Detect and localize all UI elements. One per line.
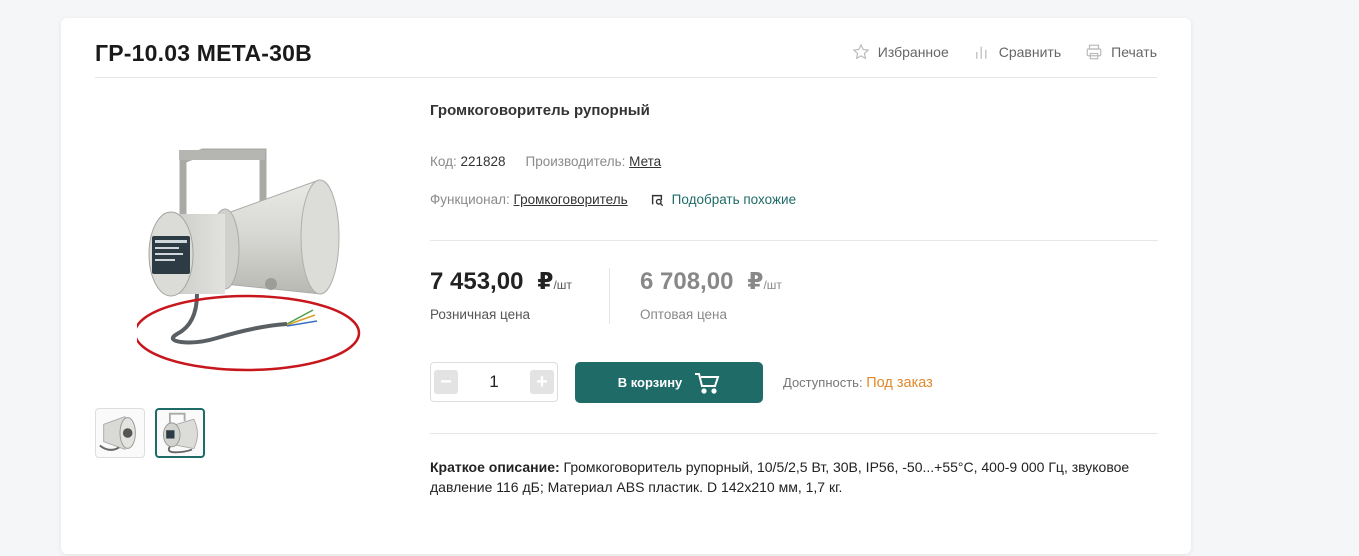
functional-label: Функционал: — [430, 192, 510, 207]
cart-icon — [695, 372, 720, 394]
retail-price: 7 453,00 ₽ /шт — [430, 268, 572, 296]
favorite-button[interactable]: Избранное — [852, 43, 949, 61]
divider — [430, 433, 1158, 434]
add-to-cart-button[interactable]: В корзину — [575, 362, 763, 403]
compare-button[interactable]: Сравнить — [973, 43, 1061, 61]
retail-price-value: 7 453,00 — [430, 268, 524, 295]
thumbnail-2[interactable] — [155, 408, 205, 458]
product-meta-row-1: Код: 221828 Производитель: Мета — [430, 154, 661, 169]
retail-price-block: 7 453,00 ₽ /шт Розничная цена — [430, 268, 572, 322]
increase-quantity-button[interactable]: + — [530, 370, 554, 394]
quantity-input[interactable]: 1 — [489, 372, 498, 392]
compare-label: Сравнить — [998, 44, 1062, 60]
printer-icon — [1086, 44, 1102, 60]
find-similar-label: Подобрать похожие — [671, 192, 797, 207]
favorite-label: Избранное — [877, 44, 949, 60]
divider — [430, 240, 1158, 241]
currency-symbol: ₽ — [747, 268, 764, 294]
thumbnail-1[interactable] — [95, 408, 145, 458]
availability-label: Доступность: — [783, 375, 863, 390]
header-divider — [95, 77, 1157, 78]
currency-symbol: ₽ — [537, 268, 554, 294]
price-unit: /шт — [763, 278, 782, 292]
price-divider — [609, 268, 610, 324]
functional-link[interactable]: Громкоговоритель — [514, 192, 628, 207]
thumbnail-gallery — [95, 408, 205, 458]
search-similar-icon — [651, 194, 663, 206]
wholesale-price: 6 708,00 ₽ /шт — [640, 268, 782, 296]
functional: Функционал: Громкоговоритель — [430, 192, 628, 207]
add-to-cart-label: В корзину — [617, 375, 683, 390]
manufacturer: Производитель: Мета — [526, 154, 662, 169]
quantity-stepper: − 1 + — [430, 362, 558, 402]
wholesale-price-value: 6 708,00 — [640, 268, 734, 295]
short-description: Краткое описание: Громкоговоритель рупор… — [430, 457, 1158, 497]
product-subtitle: Громкоговоритель рупорный — [430, 102, 650, 119]
price-unit: /шт — [553, 278, 572, 292]
manufacturer-label: Производитель: — [525, 154, 626, 169]
product-code: Код: 221828 — [430, 154, 506, 169]
wholesale-price-block: 6 708,00 ₽ /шт Оптовая цена — [640, 268, 782, 322]
compare-icon — [975, 46, 987, 59]
product-image[interactable] — [133, 144, 377, 384]
wholesale-price-label: Оптовая цена — [640, 307, 727, 322]
print-label: Печать — [1111, 44, 1157, 60]
code-value: 221828 — [460, 154, 506, 169]
availability-status: Под заказ — [866, 375, 933, 391]
description-label: Краткое описание: — [430, 459, 560, 475]
page-title: ГР-10.03 МЕТА-30В — [95, 40, 312, 66]
find-similar-link[interactable]: Подобрать похожие — [650, 192, 796, 207]
product-actions: Избранное Сравнить Печать — [852, 43, 1157, 61]
code-label: Код: — [430, 154, 457, 169]
manufacturer-link[interactable]: Мета — [629, 154, 661, 169]
star-icon — [852, 43, 870, 60]
print-button[interactable]: Печать — [1085, 43, 1157, 61]
retail-price-label: Розничная цена — [430, 307, 531, 322]
product-meta-row-2: Функционал: Громкоговоритель Подобрать п… — [430, 192, 796, 207]
product-card: ГР-10.03 МЕТА-30В Избранное Сравнить Печ… — [61, 18, 1191, 554]
availability: Доступность: Под заказ — [783, 375, 933, 391]
decrease-quantity-button[interactable]: − — [434, 370, 458, 394]
